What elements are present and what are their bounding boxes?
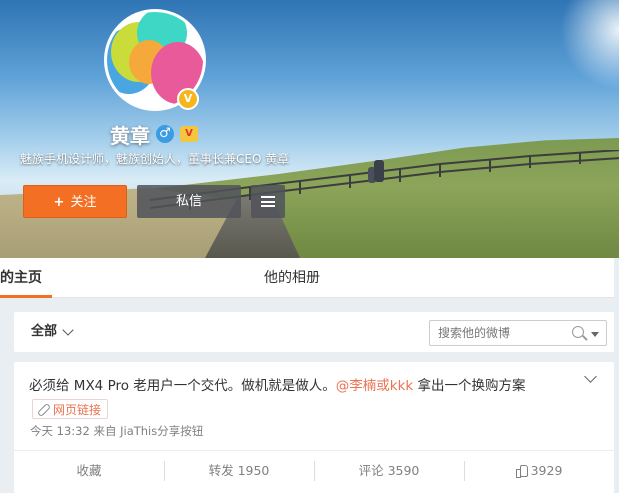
post-card: 必须给 MX4 Pro 老用户一个交代。做机就是做人。@李楠或kkk 拿出一个换…: [14, 362, 614, 493]
post-text-tail: 拿出一个换购方案: [413, 378, 526, 394]
menu-icon: [261, 196, 275, 207]
post-text-body: 必须给 MX4 Pro 老用户一个交代。做机就是做人。: [29, 378, 336, 394]
comment-button[interactable]: 评论 3590: [314, 451, 464, 490]
post-actions: 收藏 转发 1950 评论 3590 3929: [14, 450, 614, 490]
profile-name-row: 黄章 ♂ V: [110, 120, 198, 148]
search-input[interactable]: [438, 321, 568, 345]
follow-button-label: 关注: [70, 195, 97, 210]
profile-tabs: 的主页 他的相册: [0, 258, 614, 298]
cover-photo: [0, 0, 619, 258]
repost-button[interactable]: 转发 1950: [164, 451, 314, 490]
web-link-label: 网页链接: [53, 402, 102, 417]
favorite-button[interactable]: 收藏: [14, 451, 164, 490]
tab-album[interactable]: 他的相册: [264, 258, 320, 298]
filter-all-dropdown[interactable]: 全部: [31, 312, 57, 352]
tab-home[interactable]: 的主页: [0, 258, 52, 298]
profile-name: 黄章: [110, 123, 150, 148]
link-icon: [37, 403, 49, 415]
search-box: [429, 320, 607, 346]
verified-badge-icon[interactable]: V: [177, 88, 199, 110]
vip-badge-icon[interactable]: V: [180, 126, 198, 142]
mention-link[interactable]: @李楠或kkk: [336, 378, 413, 394]
chevron-down-icon[interactable]: [62, 324, 74, 336]
message-button-label: 私信: [175, 194, 202, 209]
cover-person: [374, 160, 384, 182]
thumbs-up-icon: [515, 464, 528, 478]
profile-bio: 魅族手机设计师，魅族创始人，董事长兼CEO 黄章: [20, 152, 290, 166]
feed-filter-bar: 全部: [14, 312, 614, 352]
cover-sun-glow: [560, 0, 619, 90]
male-icon: ♂: [156, 125, 174, 143]
caret-down-icon[interactable]: [591, 332, 599, 337]
post-text: 必须给 MX4 Pro 老用户一个交代。做机就是做人。@李楠或kkk 拿出一个换…: [29, 374, 526, 394]
more-menu-button[interactable]: [251, 185, 285, 218]
chevron-down-icon[interactable]: [584, 370, 597, 383]
web-link-chip[interactable]: 网页链接: [32, 399, 109, 419]
plus-icon: +: [53, 195, 65, 210]
like-button[interactable]: 3929: [464, 451, 614, 490]
like-count: 3929: [530, 463, 563, 478]
post-meta: 今天 13:32 来自 JiaThis分享按钮: [30, 424, 204, 438]
follow-button[interactable]: + 关注: [23, 185, 127, 218]
search-icon[interactable]: [572, 326, 584, 338]
message-button[interactable]: 私信: [137, 185, 241, 218]
